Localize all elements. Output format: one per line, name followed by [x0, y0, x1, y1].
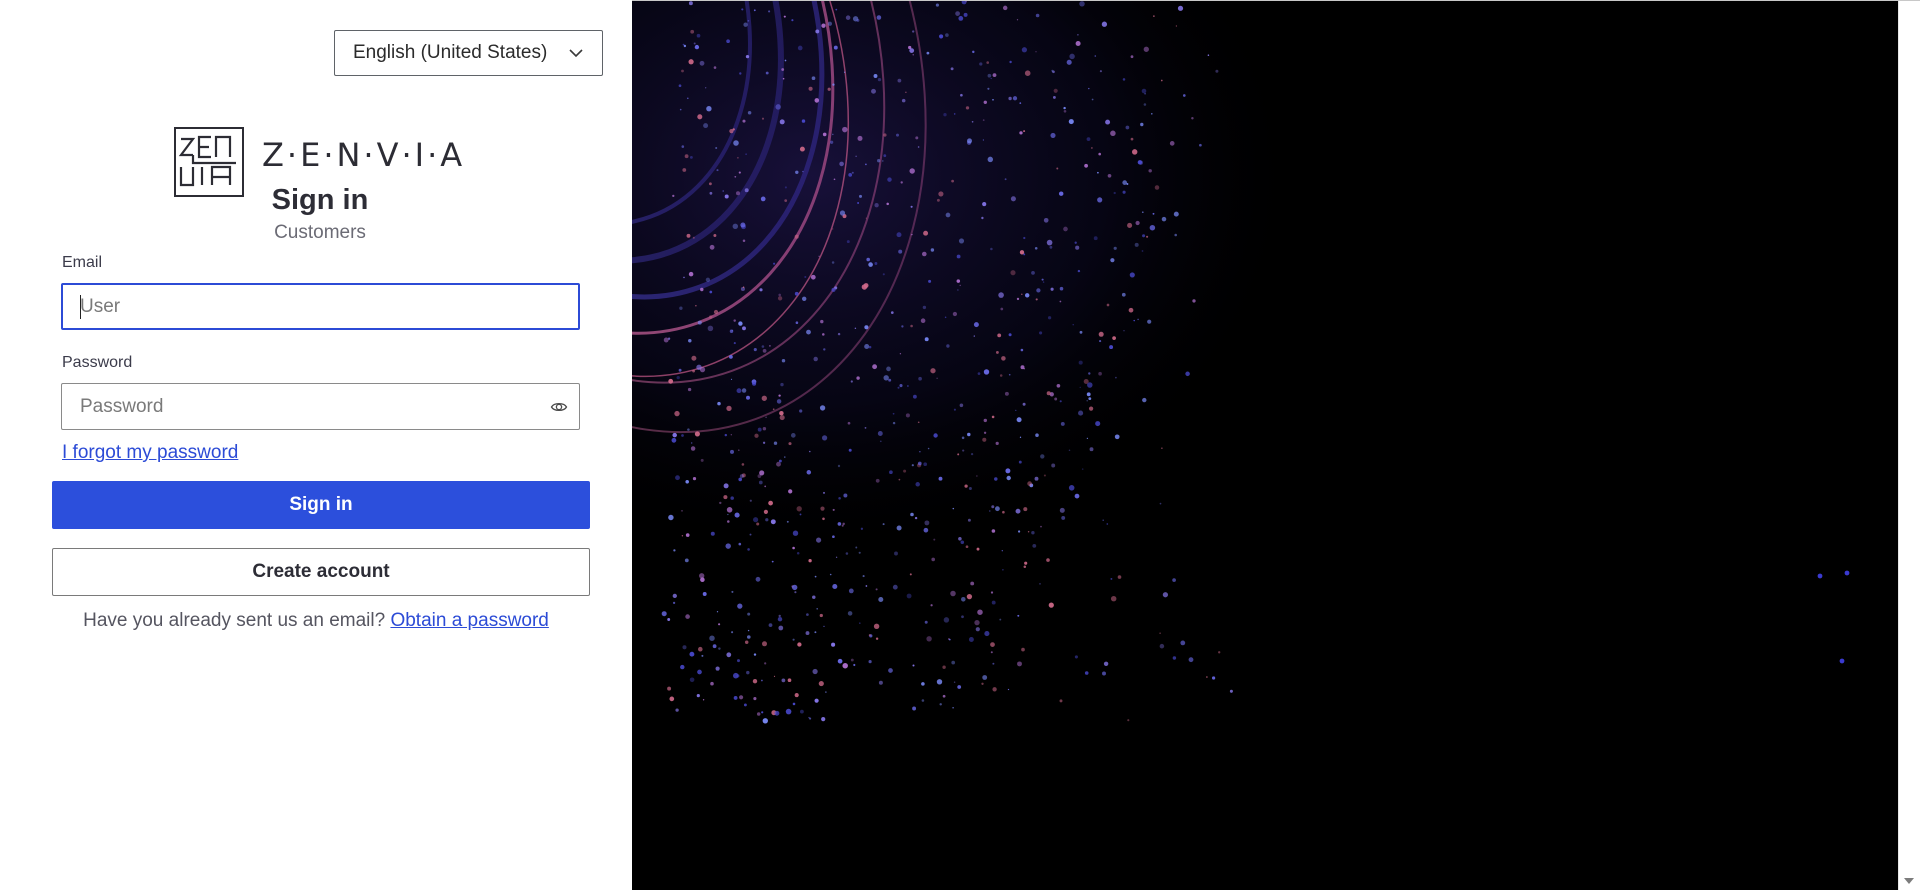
- obtain-password-prompt: Have you already sent us an email? Obtai…: [0, 610, 632, 632]
- language-select[interactable]: English (United States): [334, 30, 603, 76]
- zenvia-wordmark: Z·E·N·V·I·A: [262, 136, 466, 174]
- create-account-button[interactable]: Create account: [52, 548, 590, 596]
- particle-swirl-art: [632, 1, 1898, 890]
- obtain-password-link[interactable]: Obtain a password: [390, 610, 548, 631]
- email-label: Email: [62, 254, 103, 271]
- eye-icon[interactable]: [550, 398, 568, 416]
- text-cursor: [80, 295, 81, 319]
- password-field[interactable]: [61, 383, 580, 430]
- page-title: Sign in: [271, 184, 369, 216]
- page-scrollbar[interactable]: [1898, 1, 1920, 890]
- sign-in-button[interactable]: Sign in: [52, 481, 590, 529]
- login-panel: English (United States) Z·E·N·V·I·A Sign…: [0, 0, 632, 890]
- chevron-down-icon: [569, 49, 583, 58]
- language-select-value: English (United States): [353, 42, 548, 63]
- forgot-password-link[interactable]: I forgot my password: [62, 442, 238, 464]
- background-art: [632, 1, 1898, 890]
- scroll-down-arrow[interactable]: [1904, 878, 1914, 884]
- password-label: Password: [62, 354, 133, 371]
- page-subtitle: Customers: [274, 222, 366, 243]
- obtain-password-question: Have you already sent us an email?: [83, 610, 391, 631]
- login-page: English (United States) Z·E·N·V·I·A Sign…: [0, 0, 1920, 890]
- email-field[interactable]: [61, 283, 580, 330]
